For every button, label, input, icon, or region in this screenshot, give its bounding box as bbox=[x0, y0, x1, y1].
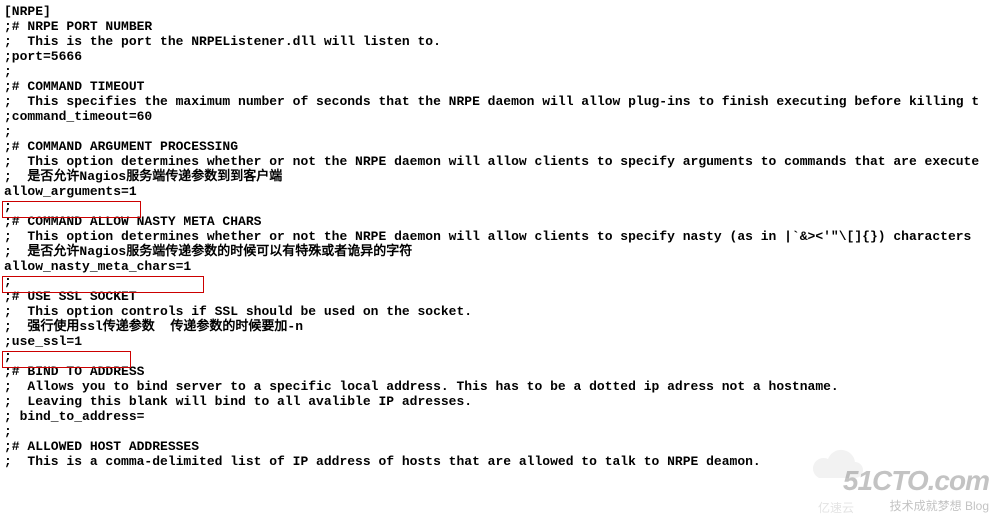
line: ;# NRPE PORT NUMBER bbox=[4, 19, 152, 34]
line: allow_arguments=1 bbox=[4, 184, 137, 199]
line: ; Allows you to bind server to a specifi… bbox=[4, 379, 839, 394]
line: ; Leaving this blank will bind to all av… bbox=[4, 394, 472, 409]
line: ; This is the port the NRPEListener.dll … bbox=[4, 34, 441, 49]
line: ; This specifies the maximum number of s… bbox=[4, 94, 979, 109]
watermark-sub: 技术成就梦想 Blog bbox=[843, 497, 989, 514]
watermark-main: 51CTO.com bbox=[843, 465, 989, 497]
line: ; 是否允许Nagios服务端传递参数的时候可以有特殊或者诡异的字符 bbox=[4, 244, 412, 259]
line: ;# BIND TO ADDRESS bbox=[4, 364, 144, 379]
line: ;use_ssl=1 bbox=[4, 334, 82, 349]
line: ;port=5666 bbox=[4, 49, 82, 64]
line: ; This option determines whether or not … bbox=[4, 229, 979, 244]
line: ; bbox=[4, 124, 12, 139]
line: ; This is a comma-delimited list of IP a… bbox=[4, 454, 761, 469]
line: ; This option determines whether or not … bbox=[4, 154, 979, 169]
line: ; This option controls if SSL should be … bbox=[4, 304, 472, 319]
line: ;# COMMAND ARGUMENT PROCESSING bbox=[4, 139, 238, 154]
line: ;# COMMAND ALLOW NASTY META CHARS bbox=[4, 214, 261, 229]
line: ; bbox=[4, 274, 12, 289]
line: ;# USE SSL SOCKET bbox=[4, 289, 137, 304]
line: ; bbox=[4, 349, 12, 364]
config-file-text: [NRPE] ;# NRPE PORT NUMBER ; This is the… bbox=[0, 0, 999, 469]
watermark-cloud-text: 亿速云 bbox=[818, 499, 854, 516]
line: ; 强行使用ssl传递参数 传递参数的时候要加-n bbox=[4, 319, 303, 334]
line: ;command_timeout=60 bbox=[4, 109, 152, 124]
watermark: 51CTO.com 技术成就梦想 Blog bbox=[843, 465, 989, 514]
line: ; bbox=[4, 64, 12, 79]
line: ; 是否允许Nagios服务端传递参数到到客户端 bbox=[4, 169, 282, 184]
line: ; bbox=[4, 424, 12, 439]
line: allow_nasty_meta_chars=1 bbox=[4, 259, 191, 274]
line: ;# ALLOWED HOST ADDRESSES bbox=[4, 439, 199, 454]
line: ;# COMMAND TIMEOUT bbox=[4, 79, 144, 94]
line: ; bind_to_address= bbox=[4, 409, 144, 424]
line: [NRPE] bbox=[4, 4, 51, 19]
line: ; bbox=[4, 199, 12, 214]
